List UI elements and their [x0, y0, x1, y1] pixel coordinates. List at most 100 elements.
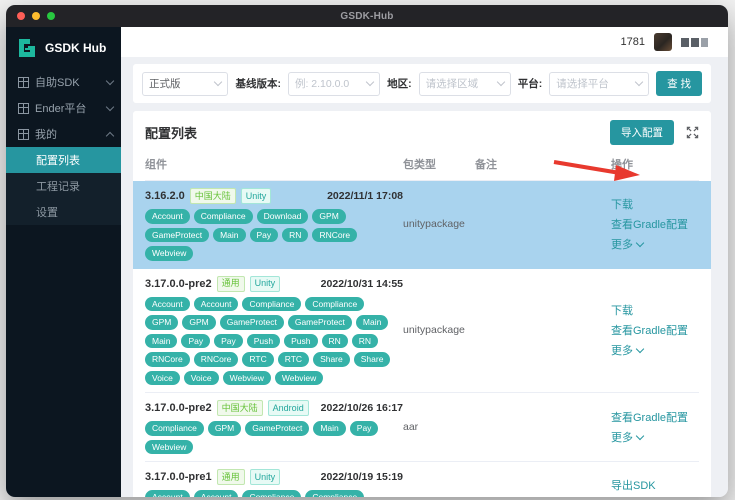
zoom-window-icon[interactable]	[47, 12, 55, 20]
action-link-导出SDK[interactable]: 导出SDK	[611, 477, 699, 493]
table-row[interactable]: 3.17.0.0-pre1 通用 Unity 2022/10/19 15:19 Acco…	[145, 462, 699, 497]
action-link-下载[interactable]: 下载	[611, 196, 699, 212]
component-cell: 3.17.0.0-pre2 中国大陆 Android 2022/10/26 16:17…	[145, 400, 403, 454]
platform-label: 平台:	[517, 78, 543, 90]
operation-cell: 导出SDK查看Gradle配置更多	[611, 477, 699, 497]
minimize-window-icon[interactable]	[32, 12, 40, 20]
component-pill: GameProtect	[287, 315, 352, 330]
sidebar-item-ender-platform[interactable]: Ender平台	[6, 95, 121, 121]
table-row[interactable]: 3.17.0.0-pre2 中国大陆 Android 2022/10/26 16:17…	[145, 393, 699, 462]
filter-bar: 正式版 基线版本: 例: 2.10.0.0 地区: 请选择区域 平台: 请选择平…	[133, 64, 711, 103]
region-placeholder: 请选择区域	[425, 78, 479, 90]
panel-title: 配置列表	[145, 126, 198, 141]
action-link-more[interactable]: 更多	[611, 429, 699, 445]
sidebar-item-config-list[interactable]: 配置列表	[6, 147, 121, 173]
sidebar-item-self-sdk[interactable]: 自助SDK	[6, 69, 121, 95]
user-name-text[interactable]	[681, 37, 708, 47]
component-pill: GPM	[182, 315, 216, 330]
component-pill: Share	[313, 352, 350, 367]
operation-cell: 查看Gradle配置 更多	[611, 409, 699, 445]
baseline-version-select[interactable]: 例: 2.10.0.0	[287, 71, 381, 96]
chevron-down-icon	[635, 238, 645, 247]
action-link-more[interactable]: 更多	[611, 342, 699, 358]
component-pill: Compliance	[242, 296, 302, 311]
chevron-down-icon	[635, 344, 645, 353]
grid-icon	[18, 102, 29, 114]
component-pill: Main	[313, 421, 346, 436]
release-type-select[interactable]: 正式版	[142, 71, 229, 96]
component-pill: RN	[321, 333, 348, 348]
action-link-下载[interactable]: 下载	[611, 302, 699, 318]
component-pill: GPM	[145, 315, 179, 330]
action-link-查看Gradle配置[interactable]: 查看Gradle配置	[611, 216, 699, 232]
component-pills: AccountAccountComplianceComplianceGPMGPM…	[145, 490, 403, 497]
sidebar-item-settings[interactable]: 设置	[6, 199, 121, 225]
sidebar-item-project-records[interactable]: 工程记录	[6, 173, 121, 199]
component-pill: Compliance	[305, 490, 365, 497]
chevron-down-icon	[365, 77, 375, 87]
chevron-down-icon	[635, 431, 645, 440]
date-text: 2022/10/19 15:19	[320, 471, 403, 483]
column-header-package-type: 包类型	[403, 159, 436, 171]
component-pill: Compliance	[145, 421, 204, 436]
component-cell: 3.17.0.0-pre2 通用 Unity 2022/10/31 14:55 Acco…	[145, 275, 403, 385]
component-pill: Main	[213, 227, 246, 242]
package-type-cell: aar	[403, 421, 475, 433]
component-pill: GPM	[207, 421, 242, 436]
action-link-more[interactable]: 更多	[611, 236, 699, 252]
component-pill: Compliance	[305, 296, 365, 311]
baseline-version-label: 基线版本:	[235, 78, 281, 90]
region-label: 地区:	[387, 78, 412, 90]
import-config-button[interactable]: 导入配置	[610, 120, 674, 145]
region-tag: 中国大陆	[189, 188, 236, 204]
component-pill: Download	[256, 209, 309, 224]
component-title-line: 3.16.2.0 中国大陆 Unity 2022/11/1 17:08	[145, 188, 403, 204]
platform-tag: Android	[267, 400, 309, 416]
component-pill: RTC	[242, 352, 274, 367]
platform-tag: Unity	[249, 469, 281, 485]
component-pill: GameProtect	[145, 227, 210, 242]
component-pill: Pay	[349, 421, 379, 436]
app-window: GSDK-Hub GSDK Hub 自助SDK Ender平台 我的 配置列表 …	[6, 5, 728, 497]
action-link-查看Gradle配置[interactable]: 查看Gradle配置	[611, 409, 699, 425]
top-header-bar: 1781	[121, 27, 728, 57]
component-pill: Account	[145, 490, 190, 497]
sidebar-item-label: 自助SDK	[35, 77, 80, 89]
release-type-value: 正式版	[149, 78, 181, 90]
component-pill: RTC	[277, 352, 310, 367]
region-select[interactable]: 请选择区域	[418, 71, 511, 96]
component-pill: Share	[353, 352, 391, 367]
table-row[interactable]: 3.17.0.0-pre2 通用 Unity 2022/10/31 14:55 Acco…	[145, 269, 699, 393]
window-title: GSDK-Hub	[340, 10, 394, 22]
component-pill: Pay	[181, 333, 211, 348]
sub-item-label: 设置	[36, 207, 58, 219]
component-pill: Main	[145, 333, 178, 348]
search-button[interactable]: 查 找	[656, 71, 703, 96]
app-logo-text: GSDK Hub	[45, 41, 107, 55]
close-window-icon[interactable]	[17, 12, 25, 20]
baseline-placeholder: 例: 2.10.0.0	[294, 78, 350, 90]
fullscreen-toggle-icon[interactable]	[686, 126, 699, 139]
grid-icon	[18, 128, 29, 140]
chevron-down-icon	[105, 76, 115, 85]
component-pill: Voice	[145, 370, 180, 385]
chevron-down-icon	[496, 77, 506, 87]
table-row[interactable]: 3.16.2.0 中国大陆 Unity 2022/11/1 17:08 Account C…	[133, 181, 711, 269]
sidebar-item-label: 我的	[35, 129, 57, 141]
component-cell: 3.17.0.0-pre1 通用 Unity 2022/10/19 15:19 Acco…	[145, 469, 403, 497]
platform-tag: Unity	[240, 188, 272, 204]
region-tag: 中国大陆	[216, 400, 263, 416]
action-link-查看Gradle配置[interactable]: 查看Gradle配置	[611, 322, 699, 338]
notification-count: 1781	[620, 36, 645, 48]
platform-select[interactable]: 请选择平台	[549, 71, 650, 96]
component-pill: Webview	[145, 439, 194, 454]
version-text: 3.16.2.0	[145, 190, 185, 202]
sidebar-item-mine[interactable]: 我的	[6, 121, 121, 147]
chevron-down-icon	[634, 77, 644, 87]
titlebar: GSDK-Hub	[6, 5, 728, 27]
component-pills: Account Compliance Download GPM GameProtect M…	[145, 209, 403, 261]
version-text: 3.17.0.0-pre2	[145, 402, 212, 414]
chevron-down-icon	[214, 77, 223, 87]
chevron-up-icon	[105, 131, 115, 140]
user-avatar[interactable]	[654, 33, 672, 51]
